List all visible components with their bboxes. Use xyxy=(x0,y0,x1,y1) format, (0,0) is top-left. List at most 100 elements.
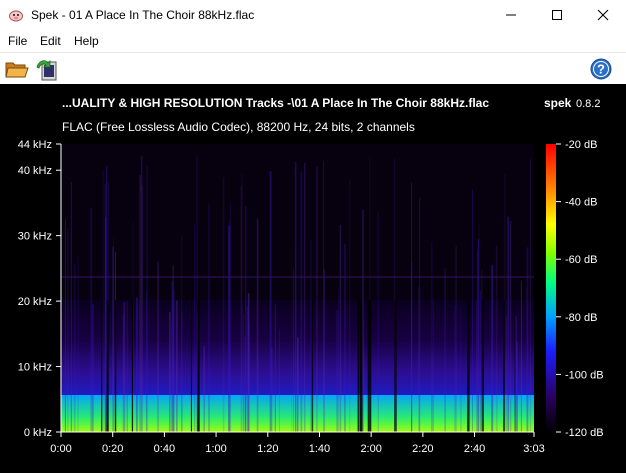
transient-streak xyxy=(136,297,138,432)
silence-gap xyxy=(514,300,516,432)
transient-streak xyxy=(228,225,231,432)
x-tick-label: 1:20 xyxy=(257,443,278,455)
spek-app-icon xyxy=(9,10,23,22)
transient-streak xyxy=(92,304,94,432)
silence-gap xyxy=(394,300,397,432)
silence-gap xyxy=(367,300,370,432)
x-tick-label: 0:20 xyxy=(102,443,123,455)
close-button[interactable] xyxy=(580,0,626,30)
transient-streak xyxy=(418,286,420,432)
transient-streak xyxy=(295,161,297,432)
menu-help[interactable]: Help xyxy=(74,34,99,48)
transient-streak xyxy=(507,216,510,432)
transient-streak xyxy=(411,261,413,432)
silence-gap xyxy=(131,300,133,432)
minimize-button[interactable] xyxy=(488,0,534,30)
transient-streak xyxy=(123,301,126,432)
transient-streak xyxy=(181,312,183,432)
transient-streak xyxy=(274,303,276,432)
silence-gap xyxy=(101,300,103,432)
transient-streak xyxy=(491,265,494,432)
transient-streak xyxy=(248,322,250,432)
spectrogram-canvas: ...UALITY & HIGH RESOLUTION Tracks -\01 … xyxy=(18,96,604,455)
y-tick-label: 0 kHz xyxy=(24,427,52,439)
db-tick-label: -120 dB xyxy=(565,427,604,439)
transient-streak xyxy=(472,189,473,432)
silence-gap xyxy=(467,300,470,432)
transient-streak xyxy=(460,306,462,432)
transient-streak xyxy=(64,219,66,432)
spectrogram-plot xyxy=(61,144,534,433)
transient-streak xyxy=(203,345,205,432)
x-tick-label: 1:00 xyxy=(205,443,226,455)
transient-streak xyxy=(194,225,196,432)
transient-streak xyxy=(316,166,318,432)
y-tick-label: 44 kHz xyxy=(18,139,52,151)
stream-info: FLAC (Free Lossless Audio Codec), 88200 … xyxy=(62,120,415,134)
transient-streak xyxy=(505,316,507,432)
db-color-bar xyxy=(546,144,556,432)
transient-streak xyxy=(495,246,498,432)
transient-streak xyxy=(454,305,456,432)
transient-streak xyxy=(67,228,69,432)
silence-gap xyxy=(359,300,363,432)
transient-streak xyxy=(243,314,244,432)
transient-streak xyxy=(139,175,141,432)
transient-streak xyxy=(526,287,528,432)
transient-streak xyxy=(246,306,249,432)
transient-streak xyxy=(377,212,379,432)
silence-gap xyxy=(106,300,109,432)
silence-gap xyxy=(197,300,200,432)
save-image-icon xyxy=(36,60,57,81)
transient-streak xyxy=(478,224,480,432)
transient-streak xyxy=(279,329,280,432)
maximize-button[interactable] xyxy=(534,0,580,30)
transient-streak xyxy=(105,217,107,432)
silence-gap xyxy=(311,300,314,432)
silence-gap xyxy=(503,300,505,432)
transient-streak xyxy=(77,255,79,432)
transient-streak xyxy=(169,312,171,432)
minimize-icon xyxy=(506,14,516,16)
menu-edit[interactable]: Edit xyxy=(40,34,61,48)
transient-streak xyxy=(530,158,531,433)
db-tick-label: -20 dB xyxy=(565,139,597,151)
y-tick-label: 10 kHz xyxy=(18,362,52,374)
transient-streak xyxy=(157,261,159,432)
menu-bar: File Edit Help xyxy=(0,31,626,51)
y-tick-label: 20 kHz xyxy=(18,296,52,308)
transient-streak xyxy=(245,205,247,432)
transient-streak xyxy=(145,290,147,432)
transient-streak xyxy=(293,268,294,432)
transient-streak xyxy=(70,182,72,432)
transient-streak xyxy=(323,269,325,432)
transient-streak xyxy=(102,169,104,432)
x-tick-label: 3:03 xyxy=(523,443,544,455)
transient-streak xyxy=(173,290,175,432)
db-tick-label: -40 dB xyxy=(565,197,597,209)
transient-streak xyxy=(297,337,299,432)
transient-streak xyxy=(304,163,306,432)
save-image-button[interactable] xyxy=(33,55,61,83)
transient-streak xyxy=(300,171,303,432)
x-tick-label: 0:40 xyxy=(154,443,175,455)
toolbar: ? xyxy=(0,52,626,85)
db-tick-label: -100 dB xyxy=(565,369,604,381)
transient-streak xyxy=(269,171,272,432)
transient-streak xyxy=(90,207,92,432)
transient-streak xyxy=(73,263,76,432)
transient-streak xyxy=(271,347,273,432)
open-file-button[interactable] xyxy=(3,55,31,83)
transient-streak xyxy=(141,185,143,432)
y-tick-label: 30 kHz xyxy=(18,231,52,243)
db-tick-label: -60 dB xyxy=(565,254,597,266)
help-glyph: ? xyxy=(597,62,605,77)
x-tick-label: 0:00 xyxy=(50,443,71,455)
transient-streak xyxy=(349,179,351,432)
silence-gap xyxy=(114,300,117,432)
app-name: spek xyxy=(544,96,572,110)
menu-file[interactable]: File xyxy=(8,34,27,48)
folder-open-icon xyxy=(5,62,29,78)
transient-streak xyxy=(126,300,128,432)
help-button[interactable]: ? xyxy=(587,55,615,83)
